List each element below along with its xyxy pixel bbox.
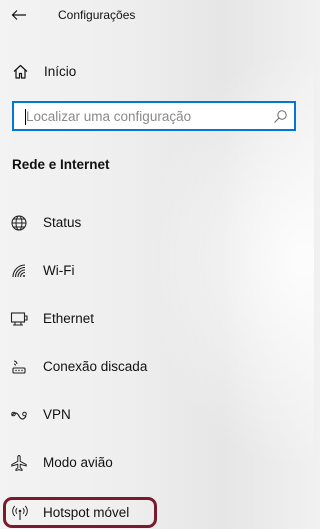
airplane-icon [11,454,27,472]
home-label: Início [44,64,77,79]
nav-item-airplane-mode[interactable]: Modo avião [0,443,314,483]
vpn-icon [11,411,27,420]
nav-label-status: Status [43,215,82,230]
ethernet-icon [10,312,28,326]
arrow-left-icon [11,10,26,20]
globe-icon [11,215,27,231]
wifi-icon [12,264,26,278]
search-placeholder: Localizar uma configuração [26,109,192,124]
nav-label-airplane-mode: Modo avião [43,455,113,470]
nav-item-vpn[interactable]: VPN [0,395,314,435]
section-title: Rede e Internet [12,157,110,172]
nav-item-wifi[interactable]: Wi-Fi [0,251,314,291]
nav-label-dialup: Conexão discada [43,359,148,374]
nav-label-vpn: VPN [43,407,71,422]
home-link[interactable]: Início [0,56,314,88]
hotspot-icon [12,505,28,520]
nav-label-wifi: Wi-Fi [43,263,75,278]
nav-label-ethernet: Ethernet [43,311,95,326]
nav-item-mobile-hotspot[interactable]: Hotspot móvel [3,497,157,528]
dialup-icon [12,360,26,374]
home-icon [13,64,28,79]
search-icon[interactable] [272,109,288,125]
back-button[interactable] [6,3,32,27]
nav-label-mobile-hotspot: Hotspot móvel [43,505,130,520]
title-bar: Configurações [0,0,314,32]
nav-item-ethernet[interactable]: Ethernet [0,299,314,339]
nav-item-dialup[interactable]: Conexão discada [0,347,314,387]
search-field[interactable]: Localizar uma configuração [12,101,296,131]
nav-item-status[interactable]: Status [0,203,314,243]
window-title: Configurações [58,8,136,22]
